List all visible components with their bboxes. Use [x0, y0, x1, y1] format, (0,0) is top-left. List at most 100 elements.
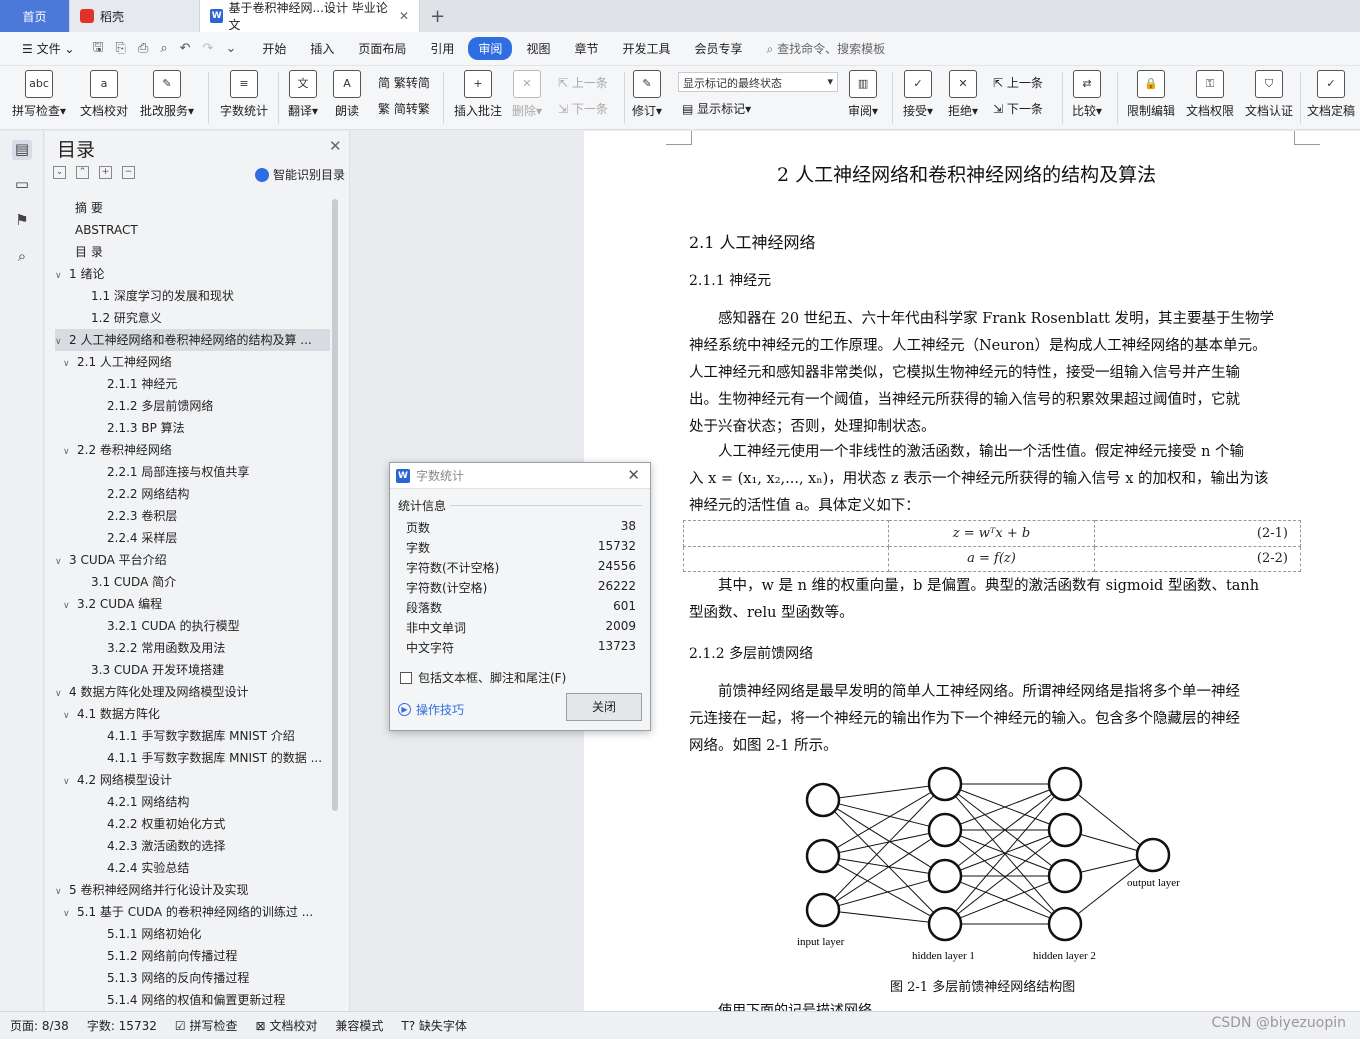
menu-layout[interactable]: 页面布局 — [348, 37, 416, 60]
toc-item[interactable]: ABSTRACT — [55, 219, 330, 241]
prev-comment-button[interactable]: ⇱ 上一条 — [558, 74, 608, 91]
toc-item[interactable]: 5.1.3 网络的反向传播过程 — [55, 967, 330, 989]
close-icon[interactable]: ✕ — [329, 137, 342, 155]
chevron-down-icon[interactable]: ∨ — [63, 903, 77, 923]
chevron-down-icon[interactable]: ∨ — [63, 771, 77, 791]
save-icon[interactable]: 🖫 — [88, 38, 107, 60]
toc-scrollbar[interactable] — [332, 199, 338, 811]
toc-item[interactable]: 2.2.2 网络结构 — [55, 483, 330, 505]
redo-icon[interactable]: ↷ — [199, 41, 218, 56]
toc-item[interactable]: ∨ 2.1 人工神经网络 — [55, 351, 330, 373]
menu-insert[interactable]: 插入 — [300, 37, 344, 60]
tips-link[interactable]: ▶ 操作技巧 — [398, 701, 464, 718]
print-icon[interactable]: ⎙ — [134, 41, 152, 56]
tab-document[interactable]: W 基于卷积神经网...设计 毕业论文 ✕ — [200, 0, 420, 32]
toc-item[interactable]: 2.2.1 局部连接与权值共享 — [55, 461, 330, 483]
toc-item[interactable]: 5.1.2 网络前向传播过程 — [55, 945, 330, 967]
undo-icon[interactable]: ↶ — [176, 41, 195, 56]
export-icon[interactable]: ⎘ — [112, 41, 130, 56]
toc-item[interactable]: 2.2.4 采样层 — [55, 527, 330, 549]
chevron-down-icon[interactable]: ∨ — [63, 705, 77, 725]
toc-item[interactable]: 5.1.1 网络初始化 — [55, 923, 330, 945]
annotate-service-button[interactable]: ✎ 批改服务▾ — [140, 70, 194, 119]
doc-proof-button[interactable]: a 文档校对 — [80, 70, 128, 119]
close-icon[interactable]: ✕ — [627, 466, 640, 484]
menu-devtools[interactable]: 开发工具 — [612, 37, 680, 60]
next-change-button[interactable]: ⇲ 下一条 — [993, 100, 1043, 117]
toc-item[interactable]: 1.1 深度学习的发展和现状 — [55, 285, 330, 307]
markup-display-select[interactable]: 显示标记的最终状态 ▾ — [678, 72, 838, 92]
close-button[interactable]: 关闭 — [566, 693, 642, 721]
next-comment-button[interactable]: ⇲ 下一条 — [558, 100, 608, 117]
expand-icon[interactable]: ⌄ — [53, 166, 66, 179]
doc-rights-button[interactable]: ⚿ 文档权限 — [1186, 70, 1234, 119]
toc-item[interactable]: 4.2.4 实验总结 — [55, 857, 330, 879]
new-tab-button[interactable]: + — [420, 0, 455, 32]
toc-item[interactable]: 2.1.2 多层前馈网络 — [55, 395, 330, 417]
tab-home[interactable]: 首页 — [0, 0, 70, 32]
accept-button[interactable]: ✓ 接受▾ — [903, 70, 933, 119]
doc-cert-button[interactable]: ⛉ 文档认证 — [1245, 70, 1293, 119]
tab-daoke[interactable]: 稻壳 — [70, 0, 200, 32]
close-tab-icon[interactable]: ✕ — [399, 9, 409, 23]
preview-icon[interactable]: ⌕ — [156, 41, 171, 56]
chevron-down-icon[interactable]: ∨ — [63, 441, 77, 461]
collapse-icon[interactable]: ⌃ — [76, 166, 89, 179]
chevron-down-icon[interactable]: ∨ — [55, 881, 69, 901]
spell-check-status[interactable]: ☑ 拼写检查 — [175, 1017, 238, 1034]
toc-item[interactable]: 4.2.1 网络结构 — [55, 791, 330, 813]
restrict-edit-button[interactable]: 🔒 限制编辑 — [1127, 70, 1175, 119]
menu-start[interactable]: 开始 — [252, 37, 296, 60]
toc-item[interactable]: 摘 要 — [55, 197, 330, 219]
toc-item[interactable]: 5.1.4 网络的权值和偏置更新过程 — [55, 989, 330, 1011]
menu-member[interactable]: 会员专享 — [684, 37, 752, 60]
insert-comment-button[interactable]: + 插入批注 — [454, 70, 502, 119]
word-count-status[interactable]: 字数: 15732 — [87, 1017, 157, 1034]
reject-button[interactable]: ✕ 拒绝▾ — [948, 70, 978, 119]
bookmark-icon[interactable]: ⚑ — [12, 211, 32, 231]
simp-to-trad-button[interactable]: 繁 简转繁 — [378, 100, 430, 117]
toc-item[interactable]: 2.2.3 卷积层 — [55, 505, 330, 527]
toc-item[interactable]: 4.1.1 手写数字数据库 MNIST 的数据 ... — [55, 747, 330, 769]
toc-item[interactable]: 3.1 CUDA 简介 — [55, 571, 330, 593]
toc-item[interactable]: 3.2.1 CUDA 的执行模型 — [55, 615, 330, 637]
word-count-button[interactable]: ≡ 字数统计 — [220, 70, 268, 119]
chevron-down-icon[interactable]: ∨ — [63, 595, 77, 615]
toc-item[interactable]: 1.2 研究意义 — [55, 307, 330, 329]
revise-button[interactable]: ✎ 修订▾ — [632, 70, 662, 119]
compare-button[interactable]: ⇄ 比较▾ — [1072, 70, 1102, 119]
prev-change-button[interactable]: ⇱ 上一条 — [993, 74, 1043, 91]
toc-item[interactable]: ∨ 3.2 CUDA 编程 — [55, 593, 330, 615]
page-indicator[interactable]: 页面: 8/38 — [10, 1017, 69, 1034]
toc-item[interactable]: ∨ 5 卷积神经网络并行化设计及实现 — [55, 879, 330, 901]
delete-comment-button[interactable]: ✕ 删除▾ — [512, 70, 542, 119]
proof-status[interactable]: ⊠ 文档校对 — [255, 1017, 317, 1034]
toc-item[interactable]: 4.2.2 权重初始化方式 — [55, 813, 330, 835]
menu-view[interactable]: 视图 — [516, 37, 560, 60]
menu-section[interactable]: 章节 — [564, 37, 608, 60]
missing-font-status[interactable]: T? 缺失字体 — [401, 1017, 467, 1034]
toc-item[interactable]: ∨ 4.2 网络模型设计 — [55, 769, 330, 791]
toc-item[interactable]: ∨ 2.2 卷积神经网络 — [55, 439, 330, 461]
toc-item[interactable]: ∨ 3 CUDA 平台介绍 — [55, 549, 330, 571]
read-aloud-button[interactable]: A 朗读 — [333, 70, 361, 119]
menu-reference[interactable]: 引用 — [420, 37, 464, 60]
toc-item[interactable]: ∨ 5.1 基于 CUDA 的卷积神经网络的训练过 ... — [55, 901, 330, 923]
file-menu[interactable]: ☰ 文件 ⌄ — [12, 37, 84, 60]
spell-check-button[interactable]: abc 拼写检查▾ — [12, 70, 66, 119]
show-marks-button[interactable]: ▤ 显示标记▾ — [682, 100, 751, 117]
chevron-down-icon[interactable]: ∨ — [55, 331, 69, 351]
toc-item[interactable]: ∨ 2 人工神经网络和卷积神经网络的结构及算 ... — [55, 329, 330, 351]
menu-review[interactable]: 审阅 — [468, 37, 513, 60]
chevron-down-icon[interactable]: ∨ — [55, 551, 69, 571]
doc-final-button[interactable]: ✓ 文档定稿 — [1307, 70, 1355, 119]
toc-item[interactable]: 3.3 CUDA 开发环境搭建 — [55, 659, 330, 681]
toc-item[interactable]: ∨ 1 绪论 — [55, 263, 330, 285]
chevron-down-icon[interactable]: ∨ — [63, 353, 77, 373]
toc-item[interactable]: ∨ 4 数据方阵化处理及网络模型设计 — [55, 681, 330, 703]
toc-item[interactable]: 2.1.3 BP 算法 — [55, 417, 330, 439]
toc-item[interactable]: 4.2.3 激活函数的选择 — [55, 835, 330, 857]
review-pane-button[interactable]: ▥ 审阅▾ — [848, 70, 878, 119]
translate-button[interactable]: 文翻译▾ — [288, 70, 318, 119]
more-icon[interactable]: ⌄ — [221, 41, 240, 56]
